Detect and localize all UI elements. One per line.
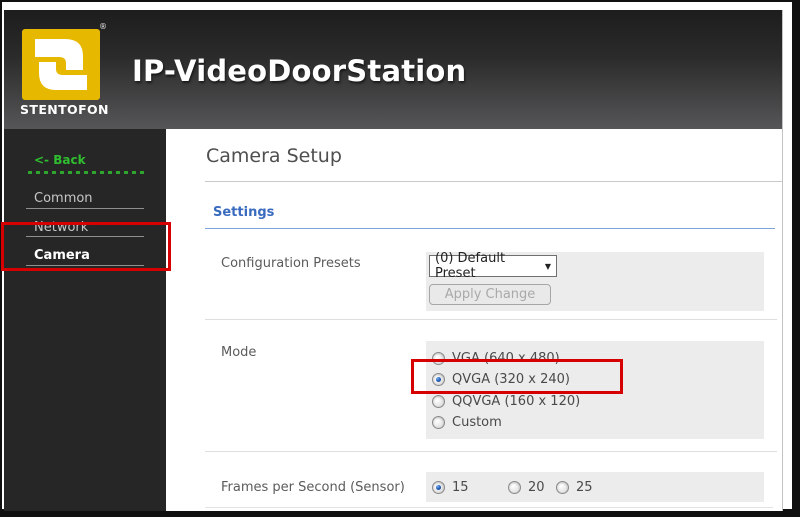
radio-option-fps-20[interactable]: 20 (508, 480, 545, 495)
sidebar-back-link[interactable]: <- Back (34, 153, 86, 167)
radio-button-icon[interactable] (432, 352, 445, 365)
radio-button-selected-icon[interactable] (432, 373, 445, 386)
sidebar-item-network[interactable]: Network (34, 220, 88, 235)
radio-option-qvga[interactable]: QVGA (320 x 240) (432, 372, 570, 387)
radio-button-icon[interactable] (508, 481, 521, 494)
dropdown-arrow-icon: ▼ (544, 261, 551, 271)
sidebar-divider (26, 236, 144, 237)
sidebar-nav: <- Back Common Network Camera (4, 129, 166, 511)
sidebar-divider (26, 265, 144, 266)
page-heading: Camera Setup (206, 145, 342, 167)
configuration-presets-label: Configuration Presets (221, 256, 361, 271)
ip-videodoorstation-window: { "header": { "title": "IP-VideoDoorStat… (0, 0, 800, 517)
radio-option-fps-25[interactable]: 25 (556, 480, 593, 495)
radio-button-selected-icon[interactable] (432, 481, 445, 494)
radio-option-fps-15[interactable]: 15 (432, 480, 469, 495)
radio-option-vga[interactable]: VGA (640 x 480) (432, 351, 560, 366)
logo-brand-text: STENTOFON (20, 102, 109, 117)
stentofon-logo (22, 29, 100, 100)
radio-button-icon[interactable] (432, 395, 445, 408)
app-header: ® STENTOFON IP-VideoDoorStation (4, 10, 782, 129)
browser-viewport: ® STENTOFON IP-VideoDoorStation <- Back … (2, 2, 792, 511)
select-value: (0) Default Preset (435, 251, 506, 281)
back-link-dashed-divider (28, 171, 148, 174)
bottom-divider (205, 507, 773, 508)
camera-setup-content: Camera Setup Settings Configuration Pres… (166, 129, 782, 511)
radio-button-icon[interactable] (556, 481, 569, 494)
settings-section-heading: Settings (213, 205, 275, 220)
sidebar-item-camera[interactable]: Camera (34, 248, 90, 263)
page-title-header: IP-VideoDoorStation (132, 54, 467, 88)
sidebar-item-common[interactable]: Common (34, 191, 93, 206)
apply-change-button[interactable]: Apply Change (429, 284, 551, 305)
sidebar-divider (26, 208, 144, 209)
section-divider (205, 319, 777, 320)
fps-panel (426, 472, 764, 502)
section-divider (205, 451, 777, 452)
registered-trademark-icon: ® (99, 22, 107, 31)
radio-option-custom[interactable]: Custom (432, 415, 502, 430)
frames-per-second-label: Frames per Second (Sensor) (221, 480, 405, 495)
radio-button-icon[interactable] (432, 416, 445, 429)
configuration-presets-select[interactable]: (0) Default Preset ▼ (429, 251, 557, 281)
heading-divider (205, 181, 782, 182)
page-right-edge (782, 10, 783, 511)
radio-option-qqvga[interactable]: QQVGA (160 x 120) (432, 394, 580, 409)
mode-label: Mode (221, 345, 257, 360)
settings-divider (205, 228, 775, 229)
